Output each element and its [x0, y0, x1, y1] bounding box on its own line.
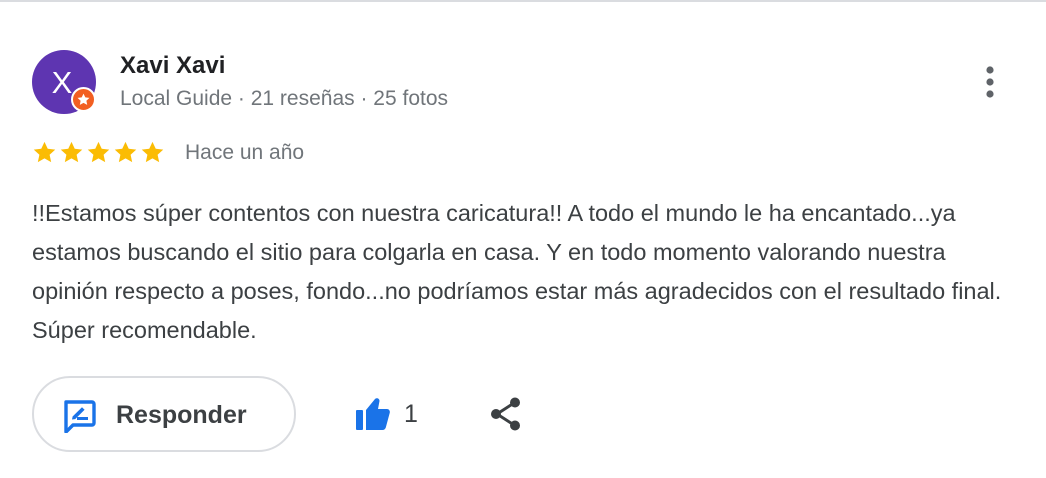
more-vert-icon — [986, 66, 994, 98]
thumbs-up-icon — [356, 398, 390, 430]
review-page: X Xavi Xavi Local Guide · 21 reseñas · 2… — [0, 0, 1046, 478]
author-name[interactable]: Xavi Xavi — [120, 51, 225, 81]
share-icon — [491, 397, 520, 431]
avatar-letter: X — [51, 64, 73, 100]
star-rating — [32, 140, 165, 166]
star-icon — [77, 93, 90, 105]
reply-button-label: Responder — [116, 401, 247, 429]
star-icon — [114, 141, 137, 163]
star-icon — [87, 141, 110, 163]
review-card: X Xavi Xavi Local Guide · 21 reseñas · 2… — [0, 0, 1046, 478]
star-icon — [33, 141, 56, 163]
review-text: !!Estamos súper contentos con nuestra ca… — [32, 200, 1002, 343]
star-icon — [60, 141, 83, 163]
local-guide-badge-icon — [71, 87, 96, 112]
like-button[interactable] — [352, 392, 392, 436]
star-icon — [141, 141, 164, 163]
share-button[interactable] — [484, 392, 528, 436]
reply-button[interactable]: Responder — [32, 376, 296, 452]
rate-review-icon — [64, 400, 96, 433]
review-date: Hace un año — [185, 141, 305, 164]
like-count: 1 — [404, 400, 418, 428]
author-meta: Local Guide · 21 reseñas · 25 fotos — [120, 87, 449, 110]
more-options-button[interactable] — [968, 60, 1012, 104]
